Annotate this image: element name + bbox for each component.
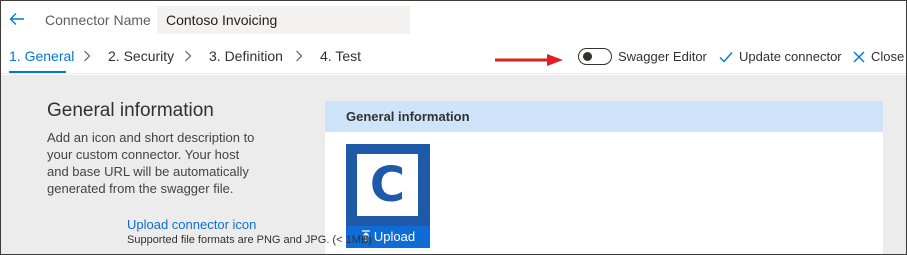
section-title: General information (47, 100, 214, 121)
upload-format-note: Supported file formats are PNG and JPG. … (127, 234, 372, 246)
panel-header-label: General information (346, 109, 470, 124)
steps-nav: 1. General 2. Security 3. Definition 4. … (1, 39, 906, 74)
section-description: Add an icon and short description to you… (47, 130, 255, 196)
general-information-panel: General information C Upload (325, 101, 883, 254)
close-icon[interactable] (852, 50, 866, 64)
active-tab-underline (9, 71, 66, 73)
back-arrow-icon[interactable] (7, 9, 27, 29)
connector-logo-letter: C (369, 157, 406, 213)
tab-definition[interactable]: 3. Definition (209, 48, 283, 64)
chevron-right-icon (294, 49, 304, 63)
chevron-right-icon (183, 49, 193, 63)
tab-general[interactable]: 1. General (9, 48, 74, 64)
annotation-arrow-icon (495, 53, 563, 66)
swagger-editor-toggle[interactable] (578, 48, 612, 65)
connector-logo: C (357, 154, 418, 216)
swagger-editor-label[interactable]: Swagger Editor (618, 49, 707, 64)
panel-header: General information (325, 101, 883, 132)
custom-connector-window: Connector Name Contoso Invoicing 1. Gene… (0, 0, 907, 255)
close-button[interactable]: Close (871, 49, 904, 64)
connector-name-input[interactable]: Contoso Invoicing (157, 6, 410, 34)
chevron-right-icon (82, 49, 92, 63)
upload-connector-icon-link[interactable]: Upload connector icon (127, 217, 256, 232)
toggle-knob (583, 52, 592, 61)
main-content: General information Add an icon and shor… (1, 75, 906, 254)
checkmark-icon[interactable] (719, 50, 733, 64)
tab-security[interactable]: 2. Security (108, 48, 174, 64)
top-bar: Connector Name Contoso Invoicing (1, 1, 906, 39)
upload-button-label: Upload (373, 229, 416, 244)
tab-test[interactable]: 4. Test (320, 48, 361, 64)
connector-icon-preview: C Upload (346, 144, 430, 248)
connector-name-label: Connector Name (45, 12, 151, 28)
update-connector-button[interactable]: Update connector (739, 49, 842, 64)
